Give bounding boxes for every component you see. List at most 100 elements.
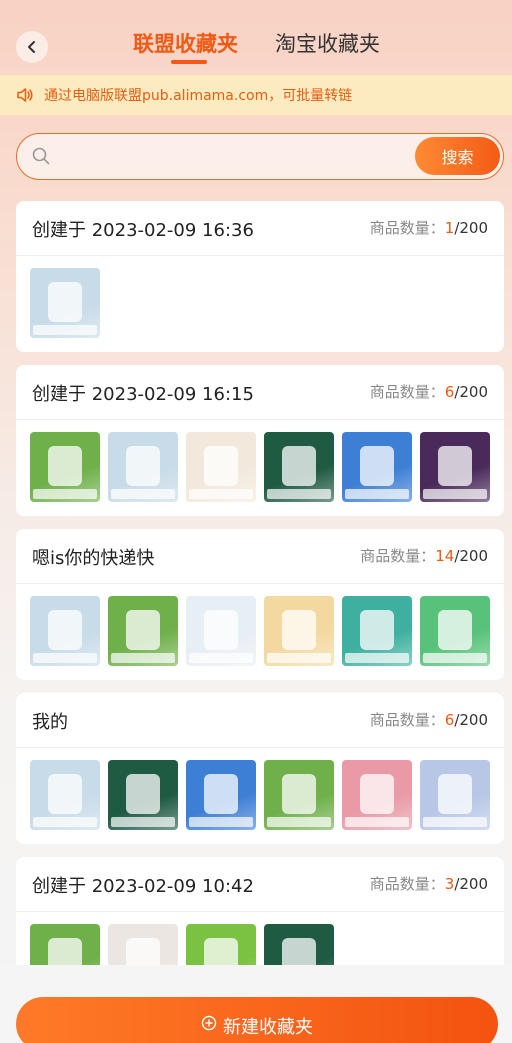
- folder-title: 创建于 2023-02-09 16:36: [32, 220, 254, 241]
- chevron-left-icon: [28, 41, 35, 53]
- product-thumbnail[interactable]: [420, 432, 490, 502]
- folder-card[interactable]: 创建于 2023-02-09 16:15 商品数量：6/200: [16, 365, 504, 516]
- item-count-value: 14: [435, 547, 455, 565]
- back-button[interactable]: [16, 31, 48, 63]
- price-tag: [423, 653, 487, 663]
- item-count-value: 3: [444, 875, 455, 893]
- plus-circle-icon: [201, 1015, 217, 1031]
- search-input[interactable]: [63, 142, 413, 172]
- search-icon: [32, 147, 50, 165]
- product-image: [360, 610, 394, 650]
- price-tag: [189, 653, 253, 663]
- divider: [16, 419, 504, 420]
- search-bar: 搜索: [16, 133, 504, 180]
- thumbnail-row: [30, 760, 490, 830]
- item-count-total: /200: [454, 875, 488, 893]
- search-button[interactable]: 搜索: [415, 137, 500, 175]
- item-count-label: 商品数量：: [369, 219, 445, 237]
- price-tag: [111, 489, 175, 499]
- product-image: [204, 774, 238, 814]
- item-count-value: 1: [444, 219, 455, 237]
- product-image: [438, 446, 472, 486]
- product-thumbnail[interactable]: [108, 760, 178, 830]
- item-count-value: 6: [444, 711, 455, 729]
- product-thumbnail[interactable]: [342, 432, 412, 502]
- product-image: [204, 446, 238, 486]
- price-tag: [33, 653, 97, 663]
- price-tag: [423, 817, 487, 827]
- divider: [16, 583, 504, 584]
- price-tag: [345, 817, 409, 827]
- product-image: [438, 610, 472, 650]
- notice-bar: 通过电脑版联盟pub.alimama.com，可批量转链: [0, 75, 512, 115]
- product-thumbnail[interactable]: [108, 432, 178, 502]
- tab-taobao-favorites[interactable]: 淘宝收藏夹: [275, 28, 380, 58]
- price-tag: [345, 653, 409, 663]
- product-thumbnail[interactable]: [420, 760, 490, 830]
- product-thumbnail[interactable]: [186, 760, 256, 830]
- price-tag: [345, 489, 409, 499]
- product-thumbnail[interactable]: [108, 596, 178, 666]
- product-thumbnail[interactable]: [264, 432, 334, 502]
- item-count: 商品数量：6/200: [370, 381, 488, 402]
- divider: [16, 747, 504, 748]
- product-image: [360, 446, 394, 486]
- item-count-total: /200: [454, 219, 488, 237]
- product-image: [48, 446, 82, 486]
- product-thumbnail[interactable]: [30, 760, 100, 830]
- notice-text: 通过电脑版联盟pub.alimama.com，可批量转链: [44, 88, 353, 104]
- product-image: [204, 610, 238, 650]
- product-thumbnail[interactable]: [264, 596, 334, 666]
- product-image: [126, 446, 160, 486]
- folder-card[interactable]: 嗯is你的快递快 商品数量：14/200: [16, 529, 504, 680]
- product-thumbnail[interactable]: [30, 432, 100, 502]
- product-thumbnail[interactable]: [342, 760, 412, 830]
- product-image: [48, 610, 82, 650]
- product-thumbnail[interactable]: [420, 596, 490, 666]
- folder-title: 我的: [32, 712, 68, 733]
- product-thumbnail[interactable]: [264, 760, 334, 830]
- product-thumbnail[interactable]: [186, 596, 256, 666]
- product-thumbnail[interactable]: [30, 268, 100, 338]
- price-tag: [267, 653, 331, 663]
- header: 联盟收藏夹 淘宝收藏夹: [0, 0, 512, 70]
- new-folder-label: 新建收藏夹: [223, 1017, 313, 1038]
- price-tag: [33, 325, 97, 335]
- price-tag: [423, 489, 487, 499]
- folder-card[interactable]: 创建于 2023-02-09 16:36 商品数量：1/200: [16, 201, 504, 352]
- tab-union-favorites[interactable]: 联盟收藏夹: [133, 28, 238, 58]
- folder-card[interactable]: 我的 商品数量：6/200: [16, 693, 504, 844]
- item-count: 商品数量：14/200: [360, 545, 488, 566]
- product-image: [282, 446, 316, 486]
- price-tag: [189, 817, 253, 827]
- divider: [16, 255, 504, 256]
- speaker-icon: [16, 86, 34, 104]
- product-image: [282, 774, 316, 814]
- product-image: [126, 774, 160, 814]
- divider: [16, 911, 504, 912]
- item-count-value: 6: [444, 383, 455, 401]
- product-thumbnail[interactable]: [342, 596, 412, 666]
- item-count-label: 商品数量：: [369, 383, 445, 401]
- item-count-label: 商品数量：: [360, 547, 436, 565]
- product-thumbnail[interactable]: [186, 432, 256, 502]
- product-image: [48, 282, 82, 322]
- folder-title: 创建于 2023-02-09 16:15: [32, 384, 254, 405]
- new-folder-button[interactable]: 新建收藏夹: [16, 997, 498, 1043]
- price-tag: [267, 817, 331, 827]
- active-tab-indicator: [171, 60, 207, 64]
- price-tag: [189, 489, 253, 499]
- item-count: 商品数量：3/200: [370, 873, 488, 894]
- product-image: [126, 610, 160, 650]
- thumbnail-row: [30, 596, 490, 666]
- price-tag: [111, 817, 175, 827]
- product-image: [360, 774, 394, 814]
- item-count-total: /200: [454, 711, 488, 729]
- price-tag: [111, 653, 175, 663]
- thumbnail-row: [30, 432, 490, 502]
- item-count-label: 商品数量：: [369, 875, 445, 893]
- product-thumbnail[interactable]: [30, 596, 100, 666]
- item-count-total: /200: [454, 547, 488, 565]
- item-count: 商品数量：1/200: [370, 217, 488, 238]
- price-tag: [267, 489, 331, 499]
